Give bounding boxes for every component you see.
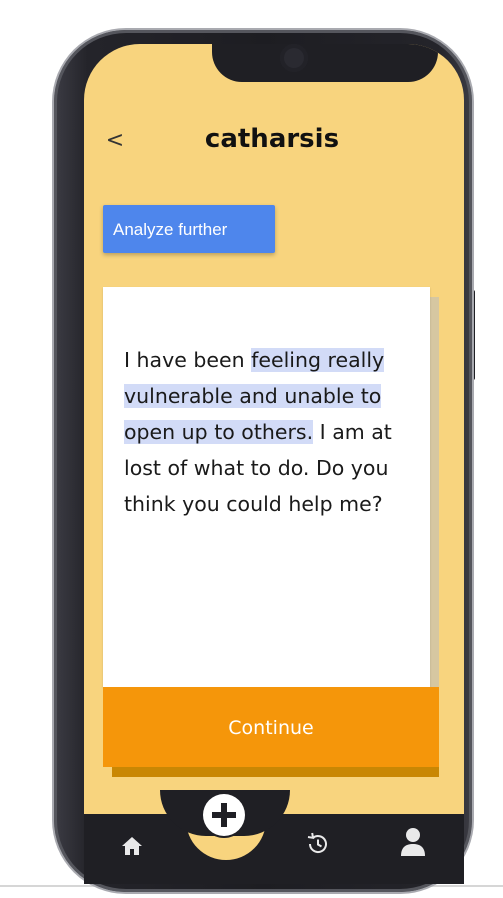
page-title: catharsis [204, 124, 340, 154]
analyze-further-button[interactable]: Analyze further [103, 205, 275, 253]
home-icon[interactable] [114, 828, 150, 864]
back-button[interactable]: < [104, 128, 126, 154]
profile-icon[interactable] [395, 824, 431, 860]
continue-button[interactable]: Continue [103, 687, 439, 767]
home-icon-svg [122, 837, 142, 855]
profile-icon-svg [401, 828, 425, 856]
history-icon[interactable] [300, 826, 336, 862]
camera-icon [280, 44, 308, 72]
history-icon-svg [307, 832, 327, 853]
entry-text-before: I have been [124, 348, 252, 372]
app-canvas: < catharsis Analyze further I have been … [0, 0, 503, 898]
phone-notch [212, 44, 438, 82]
plus-icon-svg [203, 794, 245, 836]
entry-text: I have been feeling really vulnerable an… [124, 342, 424, 522]
plus-icon[interactable] [201, 792, 247, 838]
